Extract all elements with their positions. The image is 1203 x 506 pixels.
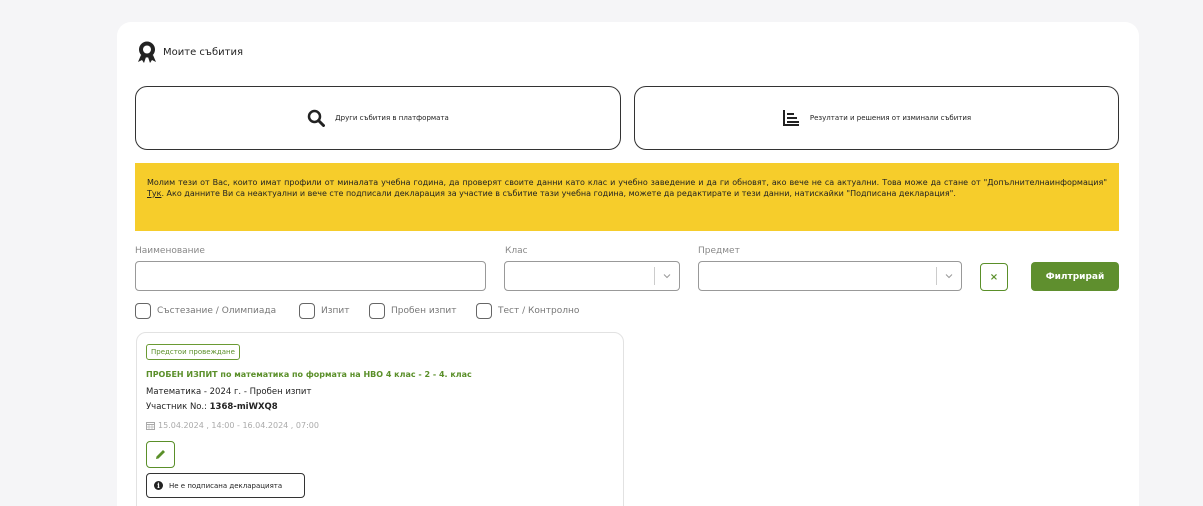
checkbox-label: Състезание / Олимпиада bbox=[157, 306, 277, 316]
event-dates-text: 15.04.2024 , 14:00 - 16.04.2024 , 07:00 bbox=[158, 421, 319, 430]
name-filter-input[interactable] bbox=[135, 261, 486, 291]
subject-filter-label: Предмет bbox=[698, 246, 740, 256]
type-checkbox-exam[interactable]: Изпит bbox=[299, 303, 350, 319]
checkbox[interactable] bbox=[135, 303, 151, 319]
pencil-icon bbox=[156, 450, 165, 459]
declaration-button[interactable]: i Не е подписана декларацията bbox=[146, 473, 305, 498]
checkbox-label: Тест / Контролно bbox=[498, 306, 580, 316]
profile-update-notice: Молим тези от Вас, които имат профили от… bbox=[135, 163, 1119, 231]
chevron-down-icon bbox=[663, 274, 671, 279]
checkbox[interactable] bbox=[476, 303, 492, 319]
class-filter-label: Клас bbox=[505, 246, 528, 256]
close-icon: × bbox=[989, 271, 999, 283]
declaration-label: Не е подписана декларацията bbox=[169, 481, 283, 490]
status-badge: Предстои провеждане bbox=[146, 344, 240, 360]
participant-label: Участник No.: bbox=[146, 402, 210, 412]
select-divider bbox=[936, 267, 937, 285]
past-results-label: Резултати и решения от изминали събития bbox=[809, 114, 972, 122]
past-results-button[interactable]: Резултати и решения от изминали събития bbox=[634, 86, 1119, 150]
clear-filters-button[interactable]: × bbox=[980, 263, 1008, 291]
event-dates: 15.04.2024 , 14:00 - 16.04.2024 , 07:00 bbox=[146, 421, 319, 430]
other-events-button[interactable]: Други събития в платформата bbox=[135, 86, 621, 150]
event-title[interactable]: ПРОБЕН ИЗПИТ по математика по формата на… bbox=[146, 370, 472, 379]
medal-icon bbox=[138, 41, 156, 63]
subject-select[interactable] bbox=[698, 261, 962, 291]
search-icon bbox=[307, 109, 326, 127]
participant-number: Участник No.: 1368-miWXQ8 bbox=[146, 402, 278, 412]
participant-id: 1368-miWXQ8 bbox=[209, 402, 278, 412]
type-checkbox-trial-exam[interactable]: Пробен изпит bbox=[369, 303, 456, 319]
bar-chart-icon bbox=[782, 110, 799, 126]
other-events-label: Други събития в платформата bbox=[335, 114, 449, 122]
chevron-down-icon bbox=[945, 274, 953, 279]
checkbox[interactable] bbox=[369, 303, 385, 319]
notice-text-start: Молим тези от Вас, които имат профили от… bbox=[147, 178, 1107, 187]
page-heading: Моите събития bbox=[137, 41, 243, 63]
calendar-icon bbox=[146, 422, 155, 430]
checkbox-label: Изпит bbox=[321, 306, 350, 316]
type-checkbox-competition[interactable]: Състезание / Олимпиада bbox=[135, 303, 276, 319]
notice-text-end: . Ако данните Ви са неактуални и вече ст… bbox=[161, 189, 956, 198]
type-checkbox-test[interactable]: Тест / Контролно bbox=[476, 303, 579, 319]
class-select[interactable] bbox=[504, 261, 680, 291]
filter-button[interactable]: Филтрирай bbox=[1031, 262, 1119, 291]
checkbox[interactable] bbox=[299, 303, 315, 319]
edit-button[interactable] bbox=[146, 441, 175, 468]
page-title: Моите събития bbox=[163, 46, 243, 58]
checkbox-label: Пробен изпит bbox=[391, 306, 457, 316]
select-divider bbox=[654, 267, 655, 285]
notice-link[interactable]: Тук bbox=[147, 189, 161, 198]
info-icon: i bbox=[154, 481, 163, 490]
event-subtitle: Математика - 2024 г. - Пробен изпит bbox=[146, 387, 312, 397]
name-filter-label: Наименование bbox=[135, 246, 205, 256]
